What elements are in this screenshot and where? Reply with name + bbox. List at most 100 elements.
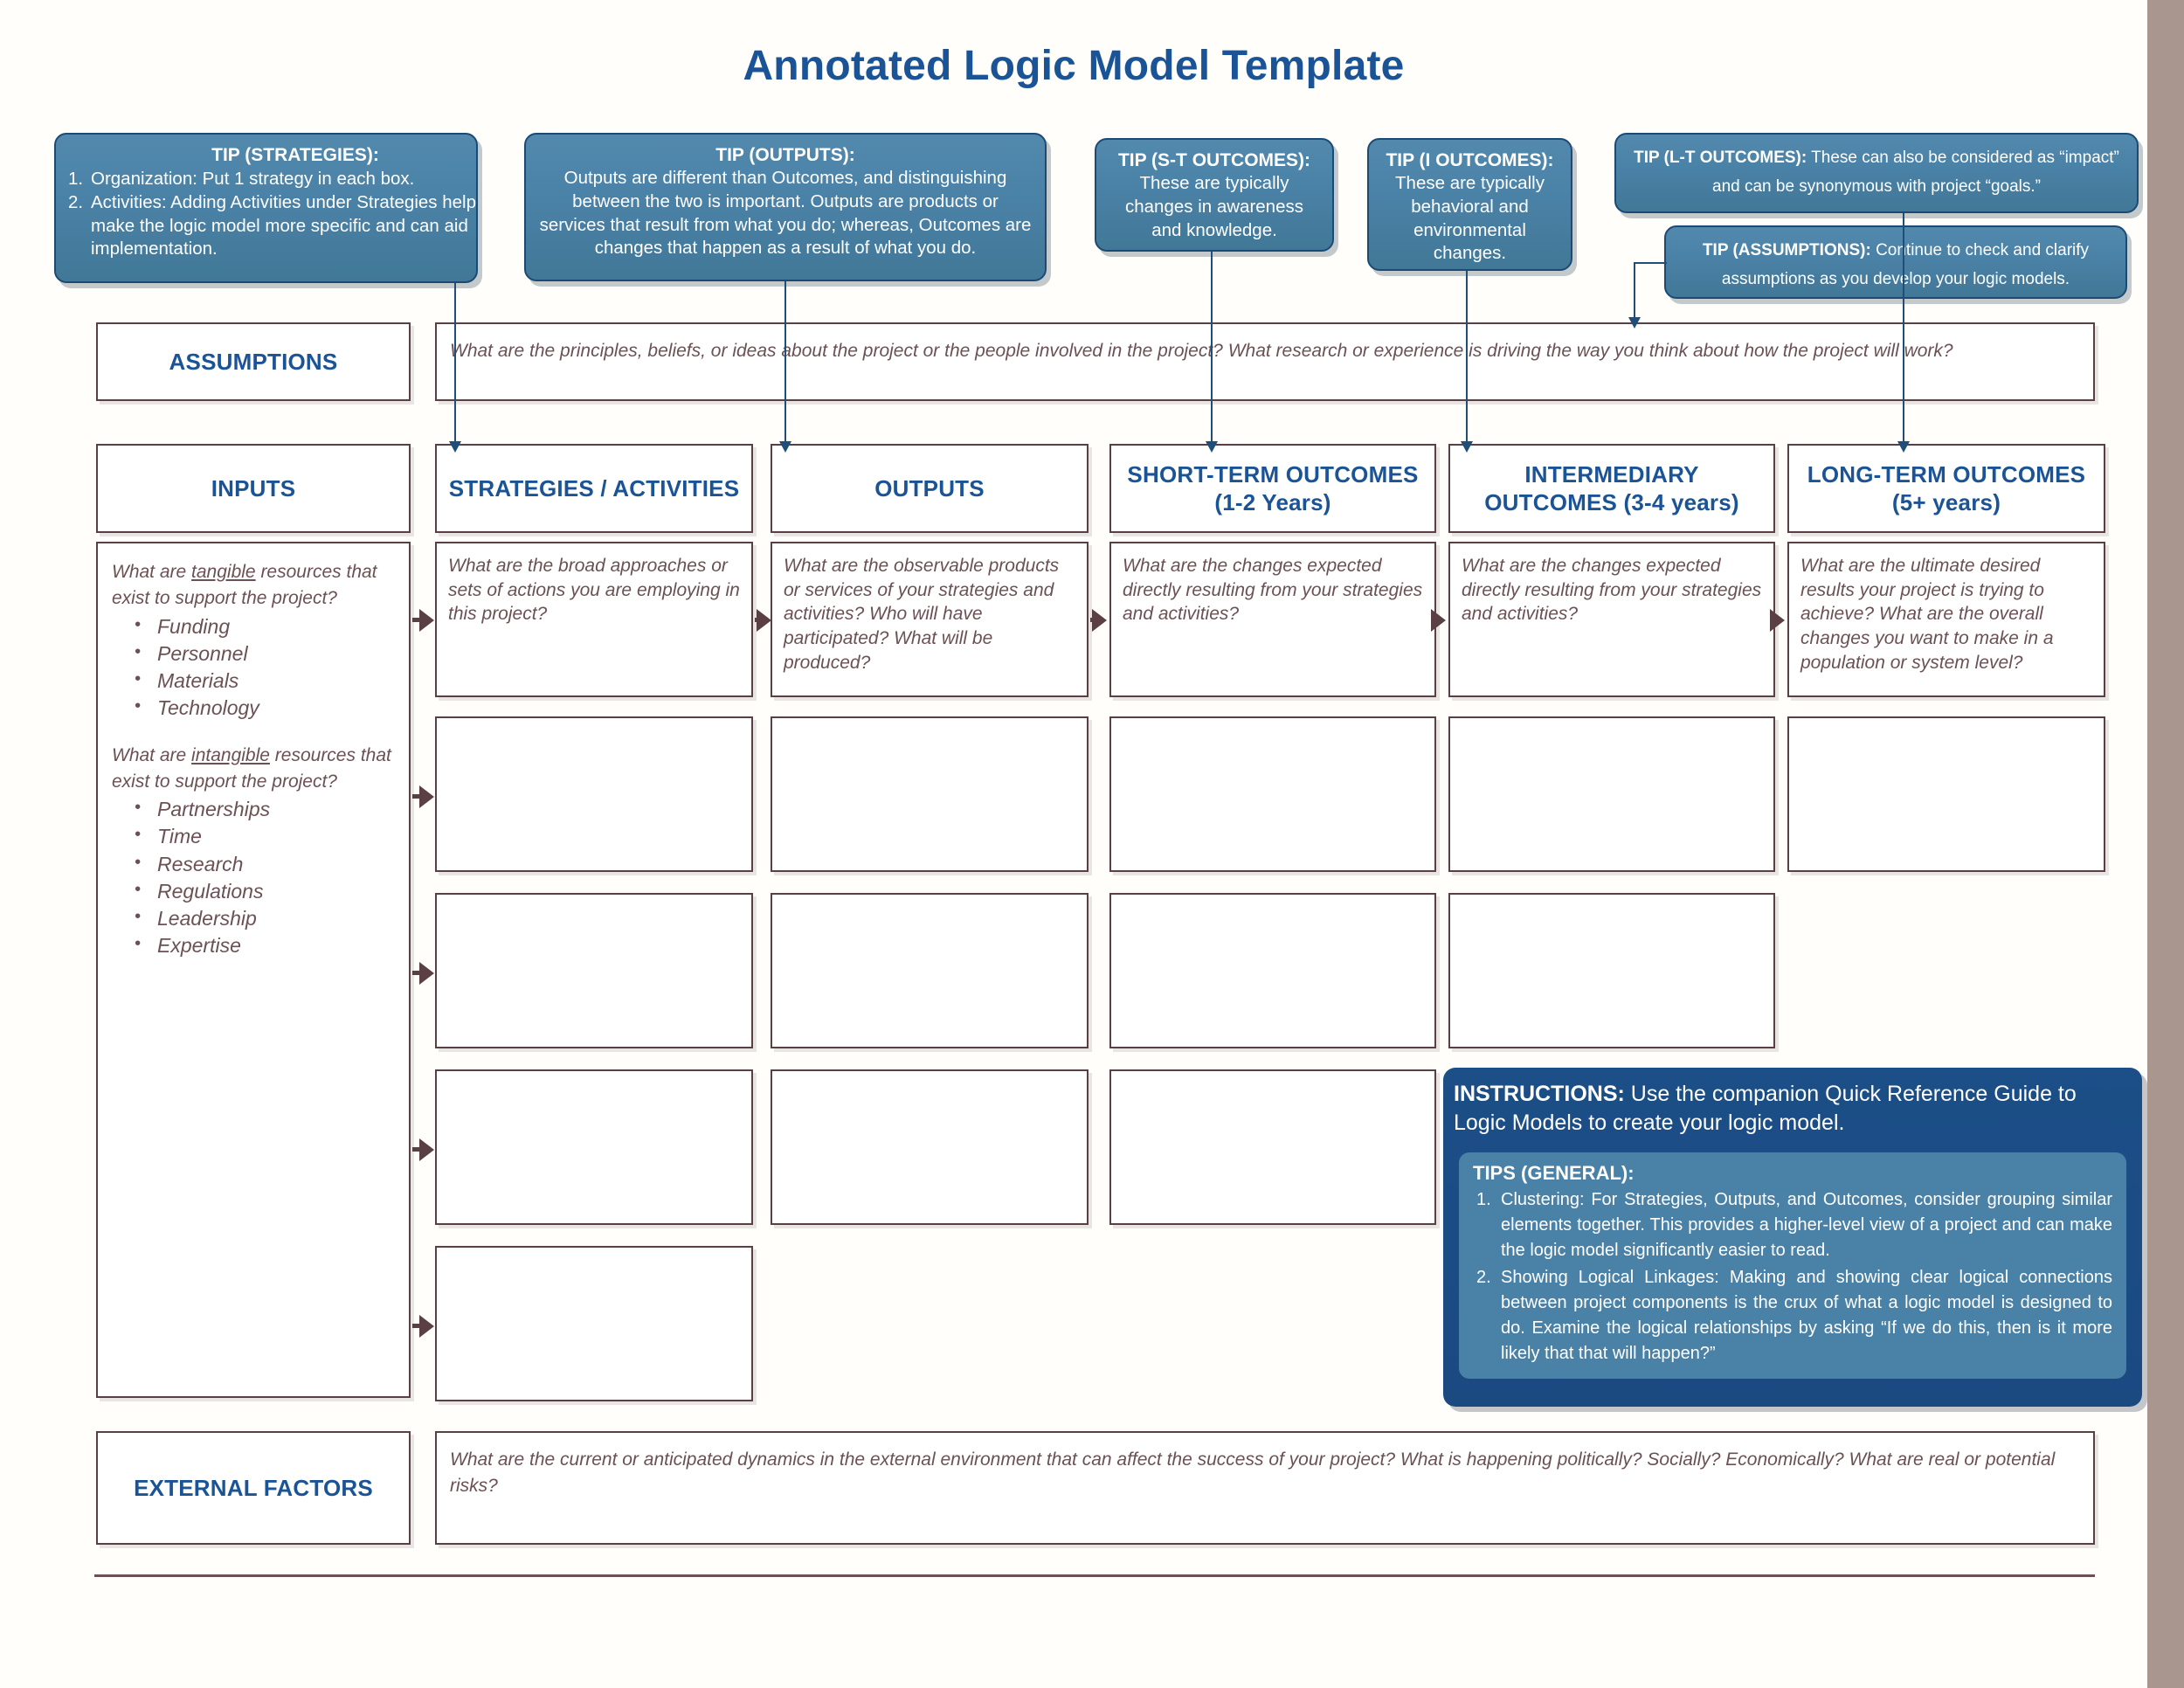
tip-assumptions: TIP (ASSUMPTIONS): Continue to check and… <box>1664 225 2127 299</box>
page-title: Annotated Logic Model Template <box>743 43 1405 89</box>
connector-arrow-intermediary <box>1461 441 1473 453</box>
flow-arrow-intermediary-long-term <box>1770 609 1785 632</box>
long-term-cell-1[interactable]: What are the ultimate desired results yo… <box>1787 542 2105 697</box>
outputs-cell-1[interactable]: What are the observable products or serv… <box>771 542 1089 697</box>
tip-outputs: TIP (OUTPUTS): Outputs are different tha… <box>524 133 1047 281</box>
tip-strategies: TIP (STRATEGIES): Organization: Put 1 st… <box>54 133 478 283</box>
column-header-outputs: OUTPUTS <box>771 444 1089 533</box>
connector-assumptions-horizontal <box>1634 262 1667 264</box>
instructions-heading: INSTRUCTIONS: <box>1454 1082 1625 1106</box>
page-canvas: Annotated Logic Model Template TIP (STRA… <box>0 0 2147 1688</box>
connector-short-term <box>1211 252 1213 447</box>
column-header-strategies: STRATEGIES / ACTIVITIES <box>435 444 753 533</box>
assumptions-label: ASSUMPTIONS <box>169 348 338 375</box>
flow-arrow-inputs-row2 <box>419 785 434 808</box>
column-header-intermediary-outcomes: INTERMEDIARY OUTCOMES (3-4 years) <box>1448 444 1775 533</box>
tip-strategies-item: Activities: Adding Activities under Stra… <box>68 191 478 259</box>
flow-arrow-inputs-row5 <box>419 1315 434 1338</box>
outputs-cell-3[interactable] <box>771 893 1089 1048</box>
list-item: Partnerships <box>112 796 395 823</box>
list-item: Expertise <box>112 932 395 959</box>
strategies-cell-1[interactable]: What are the broad approaches or sets of… <box>435 542 753 697</box>
flow-arrow-short-term-intermediary <box>1431 609 1446 632</box>
column-header-long-term-outcomes: LONG-TERM OUTCOMES (5+ years) <box>1787 444 2105 533</box>
short-term-cell-1[interactable]: What are the changes expected directly r… <box>1109 542 1436 697</box>
long-term-label-line1: LONG-TERM OUTCOMES <box>1807 460 2086 488</box>
intermediary-label-line1: INTERMEDIARY <box>1524 460 1699 488</box>
strategies-label: STRATEGIES / ACTIVITIES <box>448 474 740 502</box>
strategies-cell-4[interactable] <box>435 1069 753 1225</box>
connector-arrow-short-term <box>1206 441 1218 453</box>
strategies-prompt: What are the broad approaches or sets of… <box>448 556 740 625</box>
tip-intermediary-body: These are typically behavioral and envir… <box>1395 173 1545 264</box>
connector-intermediary <box>1466 271 1468 447</box>
tips-general-box: TIPS (GENERAL): Clustering: For Strategi… <box>1459 1152 2126 1380</box>
intermediary-cell-2[interactable] <box>1448 716 1775 872</box>
connector-outputs <box>784 281 786 447</box>
connector-strategies <box>454 283 456 447</box>
connector-arrow-long-term <box>1897 441 1910 453</box>
intermediary-cell-1[interactable]: What are the changes expected directly r… <box>1448 542 1775 697</box>
tip-outputs-heading: TIP (OUTPUTS): <box>715 145 855 165</box>
inputs-body-cell[interactable]: What are tangible resources that exist t… <box>96 542 411 1398</box>
short-term-cell-3[interactable] <box>1109 893 1436 1048</box>
connector-arrow-strategies <box>449 441 461 453</box>
tip-strategies-heading: TIP (STRATEGIES): <box>211 145 379 165</box>
tip-intermediary-heading: TIP (I OUTCOMES): <box>1386 150 1554 170</box>
outputs-cell-2[interactable] <box>771 716 1089 872</box>
tip-short-term-outcomes: TIP (S-T OUTCOMES): These are typically … <box>1095 138 1334 252</box>
short-term-label-line1: SHORT-TERM OUTCOMES <box>1127 460 1419 488</box>
tips-general-item: Clustering: For Strategies, Outputs, and… <box>1476 1187 2112 1261</box>
tip-short-term-body: These are typically changes in awareness… <box>1125 173 1303 240</box>
flow-arrow-strategies-outputs <box>757 609 771 632</box>
intermediary-prompt: What are the changes expected directly r… <box>1462 556 1762 625</box>
intermediary-cell-3[interactable] <box>1448 893 1775 1048</box>
strategies-cell-2[interactable] <box>435 716 753 872</box>
strategies-cell-5[interactable] <box>435 1246 753 1401</box>
tips-general-heading: TIPS (GENERAL): <box>1473 1162 1635 1184</box>
short-term-label-line2: (1-2 Years) <box>1214 489 1331 515</box>
short-term-cell-4[interactable] <box>1109 1069 1436 1225</box>
instructions-heading-block: INSTRUCTIONS: Use the companion Quick Re… <box>1454 1080 2126 1137</box>
assumptions-prompt: What are the principles, beliefs, or ide… <box>450 341 1953 361</box>
outputs-prompt: What are the observable products or serv… <box>784 556 1060 673</box>
list-item: Technology <box>112 695 395 722</box>
list-item: Leadership <box>112 905 395 932</box>
flow-arrow-inputs-row3 <box>419 962 434 985</box>
list-item: Time <box>112 823 395 850</box>
list-item: Personnel <box>112 640 395 668</box>
tip-outputs-body: Outputs are different than Outcomes, and… <box>539 168 1032 259</box>
connector-arrow-assumptions <box>1628 317 1641 329</box>
tip-assumptions-heading: TIP (ASSUMPTIONS): <box>1702 241 1871 259</box>
inputs-intangible-list: Partnerships Time Research Regulations L… <box>112 796 395 958</box>
long-term-cell-2[interactable] <box>1787 716 2105 872</box>
intermediary-label-line2: OUTCOMES (3-4 years) <box>1484 489 1739 515</box>
connector-arrow-outputs <box>779 441 791 453</box>
long-term-label-line2: (5+ years) <box>1891 489 2001 515</box>
short-term-cell-2[interactable] <box>1109 716 1436 872</box>
short-term-prompt: What are the changes expected directly r… <box>1123 556 1423 625</box>
strategies-cell-3[interactable] <box>435 893 753 1048</box>
tip-short-term-heading: TIP (S-T OUTCOMES): <box>1117 150 1311 170</box>
external-factors-prompt: What are the current or anticipated dyna… <box>450 1449 2056 1497</box>
external-factors-label: EXTERNAL FACTORS <box>134 1474 373 1501</box>
list-item: Funding <box>112 613 395 640</box>
inputs-label: INPUTS <box>211 474 296 502</box>
list-item: Research <box>112 851 395 878</box>
column-header-inputs: INPUTS <box>96 444 411 533</box>
list-item: Regulations <box>112 878 395 905</box>
outputs-label: OUTPUTS <box>874 474 985 502</box>
connector-long-term <box>1903 213 1904 447</box>
row-label-external-factors: EXTERNAL FACTORS <box>96 1431 411 1545</box>
list-item: Materials <box>112 668 395 695</box>
bottom-divider <box>94 1574 2095 1577</box>
tip-long-term-outcomes: TIP (L-T OUTCOMES): These can also be co… <box>1614 133 2139 213</box>
row-label-assumptions: ASSUMPTIONS <box>96 322 411 401</box>
connector-assumptions <box>1634 262 1635 323</box>
assumptions-field[interactable]: What are the principles, beliefs, or ide… <box>435 322 2095 401</box>
flow-arrow-inputs-row4 <box>419 1138 434 1161</box>
flow-arrow-outputs-short-term <box>1092 609 1107 632</box>
tips-general-item: Showing Logical Linkages: Making and sho… <box>1476 1265 2112 1364</box>
external-factors-field[interactable]: What are the current or anticipated dyna… <box>435 1431 2095 1545</box>
outputs-cell-4[interactable] <box>771 1069 1089 1225</box>
